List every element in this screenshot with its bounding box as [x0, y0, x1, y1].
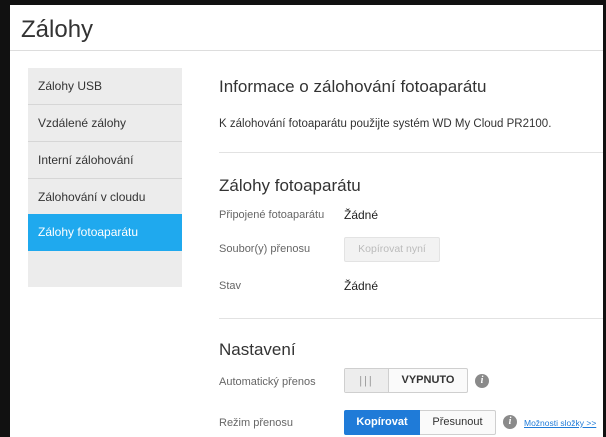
auto-transfer-label: Automatický přenos [219, 376, 316, 388]
status-value: Žádné [344, 279, 379, 293]
sidebar-item-cloud-backups[interactable]: Zálohování v cloudu [28, 179, 182, 216]
mode-move-button[interactable]: Přesunout [420, 410, 496, 435]
toggle-grip-icon[interactable]: ||| [345, 369, 389, 392]
sidebar-item-remote-backups[interactable]: Vzdálené zálohy [28, 105, 182, 142]
page-title: Zálohy [21, 16, 94, 43]
info-heading: Informace o zálohování fotoaparátu [219, 77, 487, 96]
section-divider-2 [219, 318, 603, 319]
mode-copy-button[interactable]: Kopírovat [344, 410, 420, 435]
sidebar-item-internal-backups[interactable]: Interní zálohování [28, 142, 182, 179]
info-icon[interactable]: i [503, 415, 517, 429]
camera-backups-heading: Zálohy fotoaparátu [219, 176, 361, 195]
title-divider [10, 50, 603, 51]
settings-heading: Nastavení [219, 340, 296, 359]
status-label: Stav [219, 280, 242, 292]
window-top-border [0, 0, 606, 5]
connected-cameras-value: Žádné [344, 208, 379, 222]
auto-transfer-toggle[interactable]: ||| VYPNUTO [344, 368, 468, 393]
info-text: K zálohování fotoaparátu použijte systém… [219, 118, 552, 130]
toggle-state-label: VYPNUTO [401, 374, 455, 386]
info-icon[interactable]: i [475, 374, 489, 388]
window-left-border [0, 0, 10, 437]
connected-cameras-label: Připojené fotoaparátu [219, 209, 325, 221]
sidebar-item-camera-backups[interactable]: Zálohy fotoaparátu [28, 214, 182, 251]
transfer-mode-label: Režim přenosu [219, 417, 293, 429]
sidebar: Zálohy USB Vzdálené zálohy Interní záloh… [28, 68, 182, 287]
copy-now-button[interactable]: Kopírovat nyní [344, 237, 440, 262]
folder-options-link[interactable]: Možnosti složky >> [524, 418, 596, 428]
section-divider-1 [219, 152, 603, 153]
sidebar-item-usb-backups[interactable]: Zálohy USB [28, 68, 182, 105]
transfer-files-label: Soubor(y) přenosu [219, 243, 311, 255]
